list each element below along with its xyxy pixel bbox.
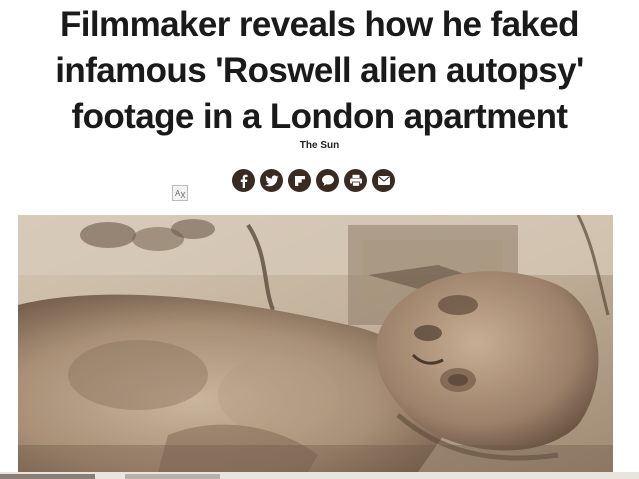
- comment-share-button[interactable]: [316, 169, 339, 192]
- bottom-scroll-strip: [0, 472, 639, 479]
- comment-icon: [321, 175, 334, 186]
- flipboard-share-button[interactable]: [288, 169, 311, 192]
- facebook-icon: [240, 174, 247, 188]
- strip-segment: [125, 474, 220, 479]
- print-share-button[interactable]: [344, 169, 367, 192]
- facebook-share-button[interactable]: [232, 169, 255, 192]
- article-photo: [18, 215, 613, 472]
- twitter-icon: [264, 174, 278, 186]
- strip-segment: [0, 474, 95, 479]
- headline-line-2: infamous 'Roswell alien autopsy': [55, 51, 584, 90]
- twitter-share-button[interactable]: [260, 169, 283, 192]
- print-icon: [349, 174, 362, 187]
- headline-line-3: footage in a London apartment: [71, 97, 569, 136]
- article-headline: Filmmaker reveals how he faked infamous …: [0, 0, 639, 140]
- source-label: The Sun: [299, 140, 340, 151]
- flipboard-icon: [294, 175, 305, 186]
- email-share-button[interactable]: [372, 169, 395, 192]
- alien-autopsy-image: [18, 215, 613, 472]
- share-bar: [232, 169, 395, 193]
- translate-icon[interactable]: A: [172, 185, 188, 201]
- email-icon: [377, 176, 390, 185]
- headline-line-1: Filmmaker reveals how he faked: [60, 5, 580, 44]
- svg-text:A: A: [175, 189, 181, 198]
